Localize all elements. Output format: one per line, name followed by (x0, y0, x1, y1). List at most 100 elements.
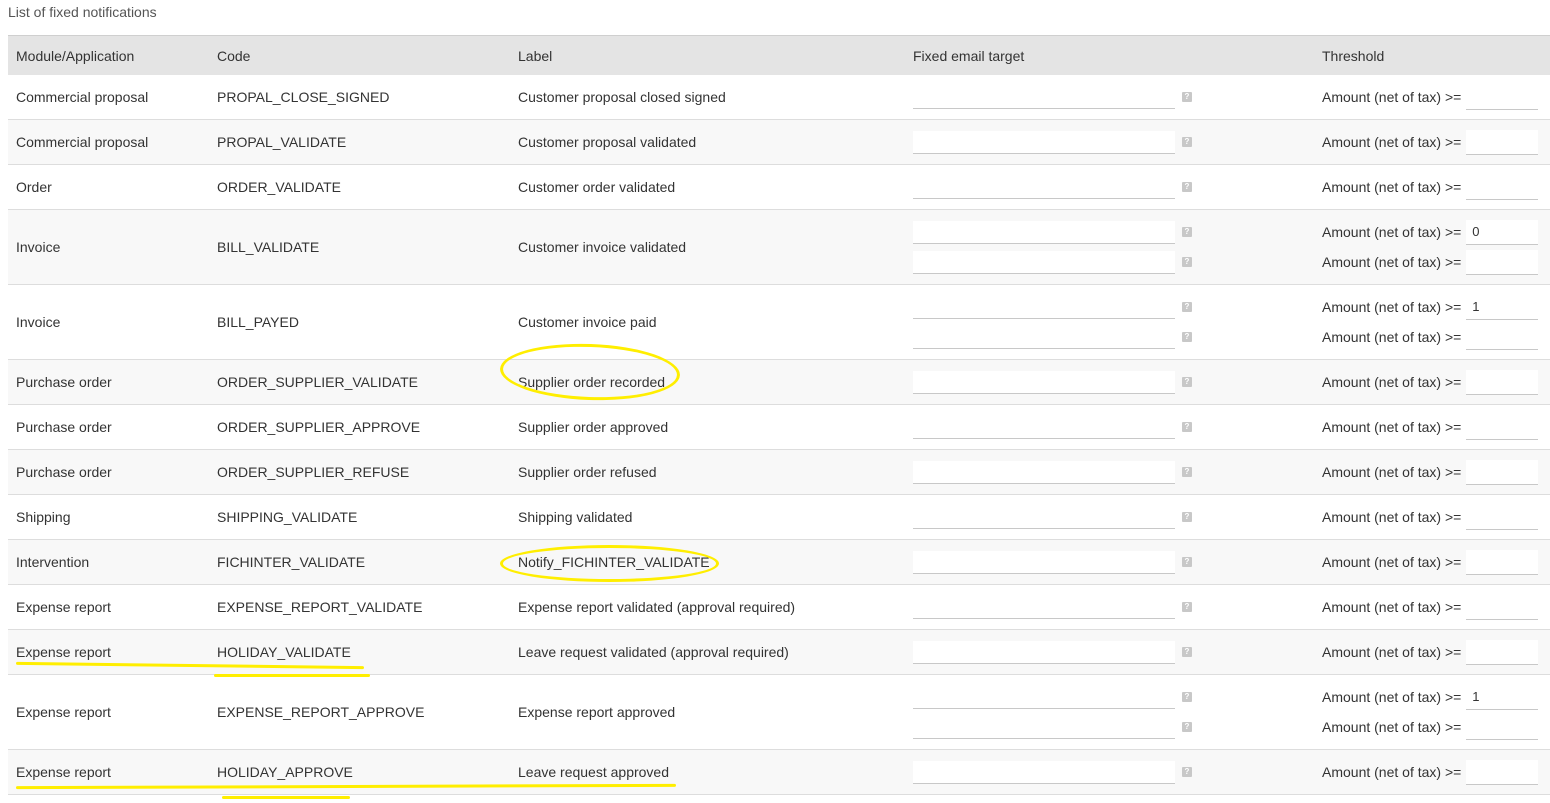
threshold-label: Amount (net of tax) >= (1322, 224, 1462, 240)
email-line: ? (913, 457, 1314, 487)
email-target-input[interactable] (913, 715, 1175, 739)
cell-threshold: Amount (net of tax) >= (1314, 404, 1550, 450)
cell-label: Supplier order refused (510, 449, 905, 495)
help-icon: ? (1182, 512, 1192, 522)
table-row: Intervention FICHINTER_VALIDATE Notify_FIC… (8, 539, 1550, 585)
cell-module: Expense report (8, 674, 209, 750)
cell-module: Purchase order (8, 404, 209, 450)
table-row: Commercial proposal PROPAL_VALIDATE Custom… (8, 119, 1550, 165)
email-target-input[interactable] (913, 595, 1175, 619)
cell-label: Customer invoice validated (510, 209, 905, 285)
cell-threshold: Amount (net of tax) >= (1314, 539, 1550, 585)
threshold-input[interactable] (1466, 174, 1539, 200)
email-line: ? (913, 322, 1314, 352)
col-header-module: Module/Application (8, 35, 209, 75)
threshold-label: Amount (net of tax) >= (1322, 254, 1462, 270)
email-target-input[interactable] (913, 295, 1175, 319)
cell-threshold: Amount (net of tax) >= Amount (net of tax… (1314, 284, 1550, 360)
threshold-input[interactable] (1466, 414, 1539, 440)
threshold-label: Amount (net of tax) >= (1322, 719, 1462, 735)
col-header-label: Label (510, 35, 905, 75)
cell-email-target: ? (905, 119, 1314, 165)
threshold-line: Amount (net of tax) >= (1322, 367, 1550, 397)
threshold-line: Amount (net of tax) >= (1322, 82, 1550, 112)
cell-email-target: ?? (905, 674, 1314, 750)
help-icon: ? (1182, 722, 1192, 732)
cell-threshold: Amount (net of tax) >= Amount (net of tax… (1314, 674, 1550, 750)
email-target-input[interactable] (913, 325, 1175, 349)
threshold-line: Amount (net of tax) >= (1322, 127, 1550, 157)
cell-module: Commercial proposal (8, 119, 209, 165)
cell-label: Leave request approved (510, 749, 905, 795)
table-row: Commercial proposal PROPAL_CLOSE_SIGNED Cu… (8, 75, 1550, 120)
cell-label: Customer invoice paid (510, 284, 905, 360)
threshold-input[interactable] (1466, 459, 1539, 485)
threshold-input[interactable] (1466, 84, 1539, 110)
notifications-table: Module/Application Code Label Fixed emai… (8, 35, 1550, 795)
email-target-input[interactable] (913, 460, 1175, 484)
highlight-underline-holiday-approve-code (222, 796, 350, 799)
email-target-input[interactable] (913, 415, 1175, 439)
cell-threshold: Amount (net of tax) >= (1314, 494, 1550, 540)
cell-email-target: ? (905, 749, 1314, 795)
threshold-line: Amount (net of tax) >= (1322, 757, 1550, 787)
threshold-input[interactable] (1466, 504, 1539, 530)
threshold-label: Amount (net of tax) >= (1322, 509, 1462, 525)
cell-label: Customer proposal validated (510, 119, 905, 165)
cell-label: Customer proposal closed signed (510, 75, 905, 120)
email-target-input[interactable] (913, 175, 1175, 199)
threshold-input[interactable] (1466, 714, 1539, 740)
cell-label: Customer order validated (510, 164, 905, 210)
email-target-input[interactable] (913, 220, 1175, 244)
email-line: ? (913, 712, 1314, 742)
threshold-input[interactable] (1466, 759, 1539, 785)
email-line: ? (913, 682, 1314, 712)
email-target-input[interactable] (913, 130, 1175, 154)
email-target-input[interactable] (913, 760, 1175, 784)
cell-email-target: ? (905, 164, 1314, 210)
cell-module: Expense report (8, 584, 209, 630)
threshold-input[interactable] (1466, 129, 1539, 155)
threshold-input[interactable] (1466, 639, 1539, 665)
col-header-code: Code (209, 35, 510, 75)
email-target-input[interactable] (913, 370, 1175, 394)
cell-module: Shipping (8, 494, 209, 540)
help-icon: ? (1182, 257, 1192, 267)
cell-threshold: Amount (net of tax) >= (1314, 359, 1550, 405)
threshold-input[interactable] (1466, 219, 1539, 245)
email-target-input[interactable] (913, 685, 1175, 709)
threshold-label: Amount (net of tax) >= (1322, 554, 1462, 570)
help-icon: ? (1182, 647, 1192, 657)
email-line: ? (913, 367, 1314, 397)
cell-label: Leave request validated (approval requir… (510, 629, 905, 675)
help-icon: ? (1182, 602, 1192, 612)
email-target-input[interactable] (913, 640, 1175, 664)
threshold-input[interactable] (1466, 594, 1539, 620)
threshold-input[interactable] (1466, 249, 1539, 275)
help-icon: ? (1182, 302, 1192, 312)
threshold-label: Amount (net of tax) >= (1322, 374, 1462, 390)
cell-label: Supplier order approved (510, 404, 905, 450)
table-row: Purchase order ORDER_SUPPLIER_APPROVE Supp… (8, 404, 1550, 450)
threshold-label: Amount (net of tax) >= (1322, 299, 1462, 315)
threshold-input[interactable] (1466, 684, 1539, 710)
table-row: Purchase order ORDER_SUPPLIER_REFUSE Suppl… (8, 449, 1550, 495)
table-row: Invoice BILL_VALIDATE Customer invoice val… (8, 209, 1550, 285)
cell-email-target: ? (905, 449, 1314, 495)
cell-code: BILL_VALIDATE (209, 209, 510, 285)
email-target-input[interactable] (913, 85, 1175, 109)
threshold-input[interactable] (1466, 294, 1539, 320)
threshold-label: Amount (net of tax) >= (1322, 179, 1462, 195)
email-line: ? (913, 172, 1314, 202)
threshold-line: Amount (net of tax) >= (1322, 682, 1550, 712)
cell-threshold: Amount (net of tax) >= (1314, 749, 1550, 795)
email-target-input[interactable] (913, 250, 1175, 274)
threshold-input[interactable] (1466, 369, 1539, 395)
threshold-input[interactable] (1466, 549, 1539, 575)
threshold-input[interactable] (1466, 324, 1539, 350)
email-target-input[interactable] (913, 505, 1175, 529)
email-target-input[interactable] (913, 550, 1175, 574)
cell-code: FICHINTER_VALIDATE (209, 539, 510, 585)
cell-email-target: ? (905, 539, 1314, 585)
cell-code: BILL_PAYED (209, 284, 510, 360)
